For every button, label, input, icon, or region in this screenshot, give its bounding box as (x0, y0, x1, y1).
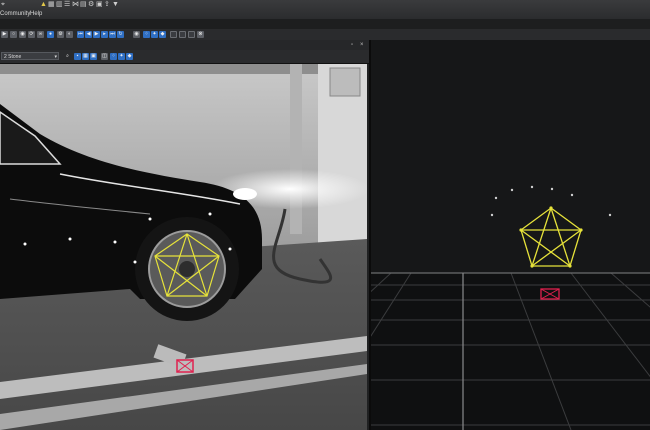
overlay-1-button[interactable]: ◫ (101, 53, 108, 60)
floor-plane (371, 273, 650, 430)
step-forward-icon[interactable]: ▸ (101, 31, 108, 38)
perspective-pane (371, 40, 650, 430)
toolbar-gap (0, 19, 650, 29)
sync-icon[interactable]: ⟳ (28, 31, 35, 38)
cursor-icon[interactable]: ⌖ (1, 1, 5, 9)
camera-pane: ▫ × 2 Stone ▾ ⌕ ▪ ▦ ▣ ◫ ⁘ ✦ ◆ (0, 40, 371, 430)
overlay-3-button[interactable]: ✦ (118, 53, 125, 60)
grid-icon[interactable]: ▦ (48, 1, 55, 9)
record-icon[interactable]: ◉ (19, 31, 26, 38)
rigid-body-icon[interactable]: ◆ (159, 31, 166, 38)
circle-icon[interactable]: ○ (10, 31, 17, 38)
skip-forward-icon[interactable]: ⏭ (109, 31, 116, 38)
step-back-icon[interactable]: ◀ (85, 31, 92, 38)
hub (179, 261, 195, 277)
marker-points (490, 185, 612, 217)
overlay-2-button[interactable]: ⁘ (110, 53, 117, 60)
toggle-1-checkbox[interactable] (170, 31, 177, 38)
view-mode-1-button[interactable]: ▪ (74, 53, 81, 60)
menu-community[interactable]: Community (0, 10, 30, 18)
bones-icon[interactable]: ✦ (151, 31, 158, 38)
overlay-4-button[interactable]: ◆ (126, 53, 133, 60)
settings-icon[interactable]: ⚙ (57, 31, 64, 38)
camera-pane-toolbar: 2 Stone ▾ ⌕ ▪ ▦ ▣ ◫ ⁘ ✦ ◆ (0, 50, 369, 64)
warning-icon[interactable]: ▲ (40, 1, 47, 9)
ceiling-beam (0, 64, 367, 74)
chart-icon[interactable]: ▥ (56, 1, 63, 9)
wheel-rigid-body (520, 207, 582, 267)
chevron-down-icon: ▾ (54, 54, 57, 60)
layers-icon[interactable]: ▤ (80, 1, 87, 9)
skip-back-icon[interactable]: ⏮ (77, 31, 84, 38)
markers-icon[interactable]: ⁘ (143, 31, 150, 38)
camera-image[interactable] (0, 64, 367, 430)
view-mode-3-button[interactable]: ▣ (90, 53, 97, 60)
list-icon[interactable]: ☰ (64, 1, 70, 9)
play-forward-icon[interactable]: ▶ (93, 31, 100, 38)
mode-1-button[interactable]: ◐ (66, 31, 73, 38)
tools-icon[interactable]: ⚙ (88, 1, 94, 9)
rigid-body-nodes (519, 206, 583, 268)
view-mode-2-button[interactable]: ▦ (82, 53, 89, 60)
play-icon[interactable]: ▶ (1, 31, 8, 38)
pane-float-icon[interactable]: ▫ (351, 41, 353, 49)
pane-close-icon[interactable]: × (360, 41, 364, 49)
camera-pane-header: ▫ × (0, 40, 369, 50)
camera-select[interactable]: 2 Stone ▾ (1, 52, 59, 60)
export-icon[interactable]: ⇪ (104, 1, 110, 9)
3d-viewport[interactable] (371, 40, 650, 430)
link-icon[interactable]: ∞ (37, 31, 44, 38)
capture-mode-button[interactable]: ● (47, 31, 54, 38)
menu-bar: ⌖ ▲ ▦ ▥ ☰ ⋈ ▤ ⚙ ▣ ⇪ ▼ Community Help (0, 0, 650, 20)
clipboard-icon[interactable]: ▣ (96, 1, 103, 9)
toggle-3-checkbox[interactable] (188, 31, 195, 38)
wall-box (329, 67, 361, 97)
toggle-2-checkbox[interactable] (179, 31, 186, 38)
filter-icon[interactable]: ▼ (112, 1, 119, 9)
camera-select-value: 2 Stone (4, 54, 22, 60)
network-icon[interactable]: ⋈ (72, 1, 79, 9)
reset-icon[interactable]: ⊗ (197, 31, 204, 38)
loop-icon[interactable]: ↻ (117, 31, 124, 38)
zoom-icon[interactable]: ⌕ (64, 53, 71, 60)
eye-icon[interactable]: ◉ (133, 31, 140, 38)
menu-help[interactable]: Help (30, 10, 42, 18)
car-headlight (233, 188, 257, 200)
